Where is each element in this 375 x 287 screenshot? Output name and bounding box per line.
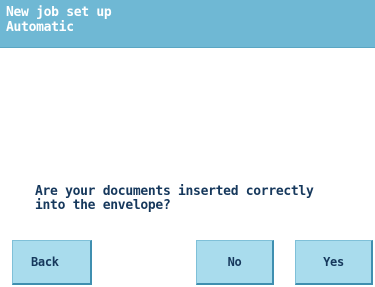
no-button-label: No — [227, 255, 242, 269]
confirmation-question: Are your documents inserted correctly in… — [35, 184, 314, 213]
back-button-label: Back — [31, 255, 59, 269]
yes-button[interactable]: Yes — [295, 240, 373, 285]
back-button[interactable]: Back — [12, 240, 92, 285]
header-bar: New job set up Automatic — [0, 0, 375, 48]
no-button[interactable]: No — [196, 240, 274, 285]
yes-button-label: Yes — [323, 255, 344, 269]
screen: New job set up Automatic Are your docume… — [0, 0, 375, 287]
page-title: New job set up — [6, 5, 112, 20]
page-subtitle: Automatic — [6, 20, 74, 35]
